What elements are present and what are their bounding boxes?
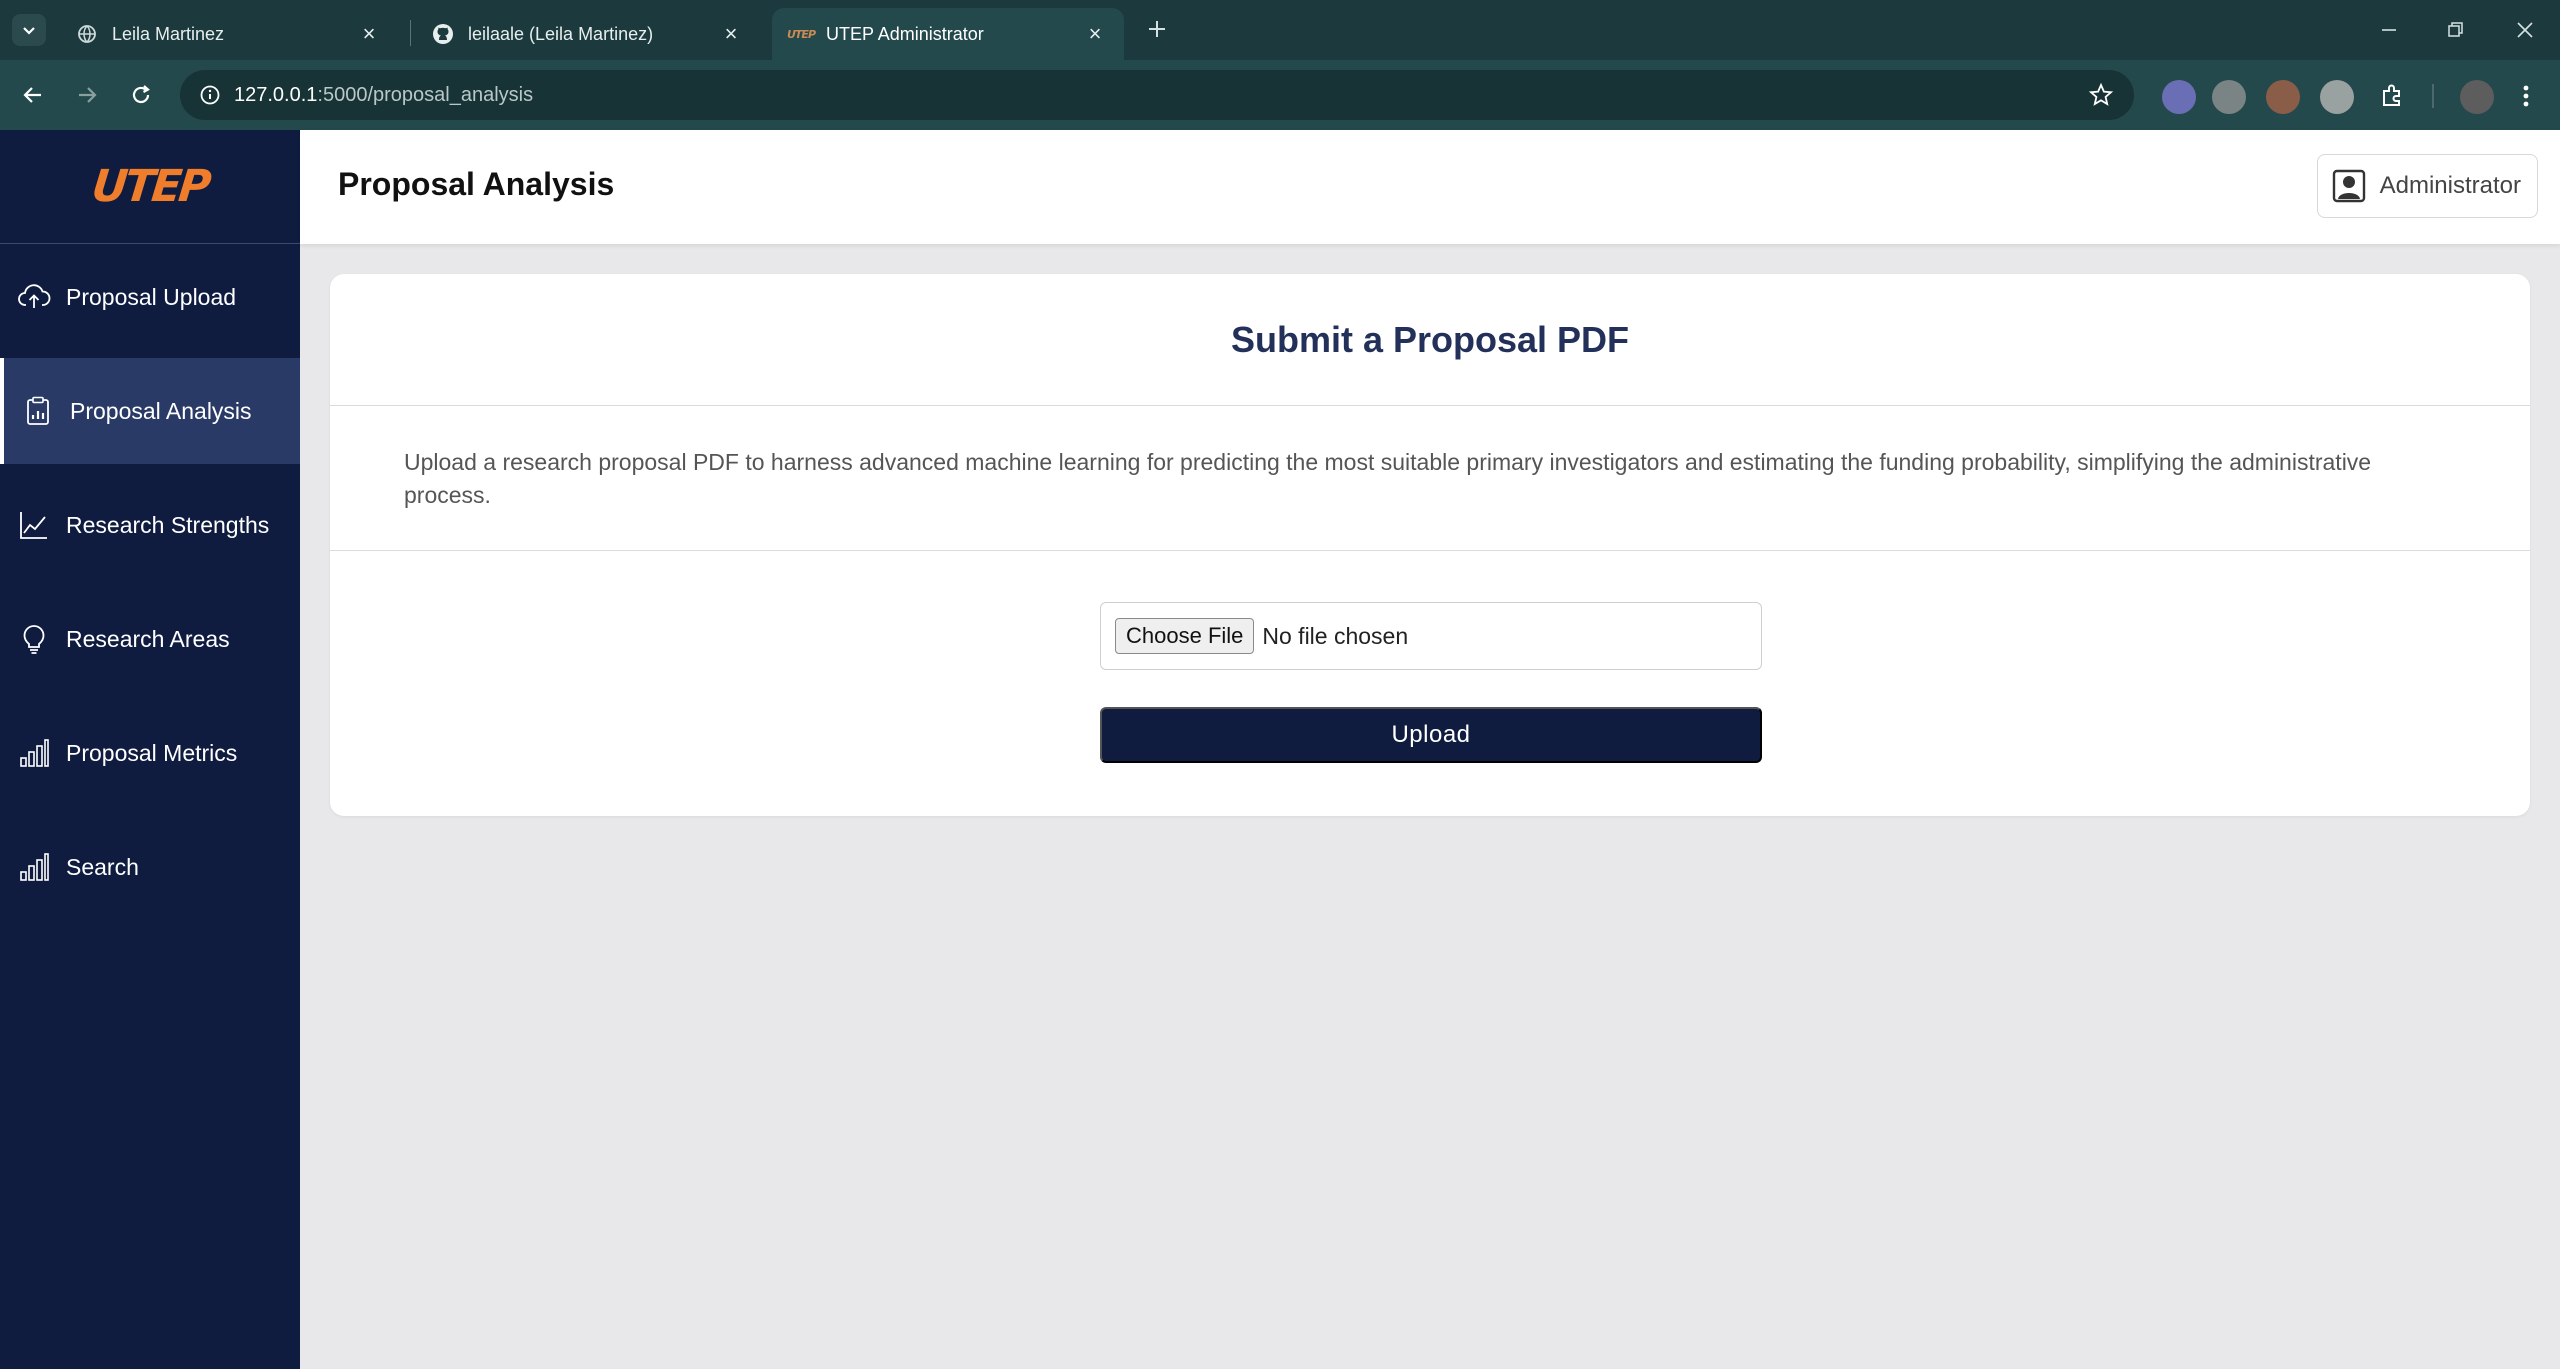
url-path: :5000/proposal_analysis <box>317 83 534 106</box>
file-status-text: No file chosen <box>1262 622 1409 649</box>
sidebar-item-proposal-upload[interactable]: Proposal Upload <box>0 244 300 350</box>
restore-icon <box>2448 22 2463 37</box>
site-info-icon[interactable] <box>186 84 234 106</box>
upload-button[interactable]: Upload <box>1100 707 1762 763</box>
description-text: Upload a research proposal PDF to harnes… <box>404 449 2372 508</box>
bar-chart-icon <box>16 849 52 885</box>
close-icon[interactable]: × <box>720 21 742 47</box>
minimize-icon <box>2382 29 2396 31</box>
url-host: 127.0.0.1 <box>234 83 318 106</box>
tab-title: leilaale (Leila Martinez) <box>468 23 654 44</box>
sidebar-item-label: Search <box>66 853 139 880</box>
bookmark-star-icon[interactable] <box>2088 82 2114 113</box>
card-title: Submit a Proposal PDF <box>1230 318 1630 360</box>
sidebar-item-research-areas[interactable]: Research Areas <box>0 586 300 692</box>
url-text: 127.0.0.1:5000/proposal_analysis <box>234 84 533 107</box>
tab-search-button[interactable] <box>12 14 46 46</box>
extension-avatar-icon[interactable] <box>2162 80 2196 114</box>
sidebar-item-label: Research Strengths <box>66 511 270 538</box>
tab-title: Leila Martinez <box>112 23 225 44</box>
bar-chart-icon <box>16 735 52 771</box>
tab-divider <box>410 20 411 46</box>
card-description: Upload a research proposal PDF to harnes… <box>330 406 2530 551</box>
sidebar-item-proposal-analysis[interactable]: Proposal Analysis <box>0 358 300 464</box>
close-icon <box>2517 22 2533 38</box>
browser-toolbar: 127.0.0.1:5000/proposal_analysis <box>0 60 2560 130</box>
arrow-right-icon <box>79 87 97 103</box>
chevron-down-icon <box>23 27 35 35</box>
file-input[interactable]: Choose File No file chosen <box>1100 602 1762 670</box>
utep-favicon: UTEP <box>787 27 816 41</box>
restore-button[interactable] <box>2430 10 2480 50</box>
administrator-label: Administrator <box>2379 172 2521 199</box>
sidebar-item-proposal-metrics[interactable]: Proposal Metrics <box>0 700 300 806</box>
extension-avatar-icon[interactable] <box>2320 80 2354 114</box>
back-button[interactable] <box>14 76 52 114</box>
plus-icon <box>1149 21 1165 37</box>
user-avatar-icon <box>2332 169 2366 203</box>
page-title: Proposal Analysis <box>338 166 615 202</box>
administrator-button[interactable]: Administrator <box>2316 154 2538 218</box>
sidebar-item-label: Proposal Upload <box>66 283 237 310</box>
browser-tab-strip: Leila Martinez × leilaale (Leila Martine… <box>0 0 2560 60</box>
close-icon[interactable]: × <box>358 21 380 47</box>
page-header: Proposal Analysis Administrator <box>300 130 2560 244</box>
new-tab-button[interactable] <box>1140 12 1174 46</box>
reload-icon <box>132 85 150 104</box>
close-icon[interactable]: × <box>1084 21 1106 47</box>
lightbulb-icon <box>16 621 52 657</box>
logo-area: UTEP <box>0 130 300 244</box>
globe-icon <box>76 23 98 45</box>
extension-avatar-icon[interactable] <box>2266 80 2300 114</box>
reload-button[interactable] <box>122 76 160 114</box>
line-chart-icon <box>16 507 52 543</box>
sidebar-item-label: Research Areas <box>66 625 230 652</box>
extensions-puzzle-icon[interactable] <box>2374 78 2410 114</box>
sidebar-item-label: Proposal Metrics <box>66 739 238 766</box>
profile-avatar-icon[interactable] <box>2460 80 2494 114</box>
sidebar-item-label: Proposal Analysis <box>70 397 252 424</box>
tab-leila-martinez[interactable]: Leila Martinez × <box>58 8 398 60</box>
sidebar-item-search[interactable]: Search <box>0 814 300 920</box>
utep-logo[interactable]: UTEP <box>89 161 210 212</box>
address-bar[interactable]: 127.0.0.1:5000/proposal_analysis <box>180 70 2134 120</box>
sidebar-item-research-strengths[interactable]: Research Strengths <box>0 472 300 578</box>
github-icon <box>432 23 454 45</box>
card-header: Submit a Proposal PDF <box>330 274 2530 406</box>
window-close-button[interactable] <box>2500 10 2550 50</box>
arrow-left-icon <box>23 87 41 103</box>
kebab-menu-icon[interactable] <box>2508 78 2544 114</box>
choose-file-button[interactable]: Choose File <box>1115 618 1255 654</box>
cloud-upload-icon <box>16 279 52 315</box>
tab-title: UTEP Administrator <box>826 23 984 44</box>
tab-utep-administrator[interactable]: UTEP UTEP Administrator × <box>772 8 1124 60</box>
sidebar: UTEP Proposal Upload Proposal Analysis R… <box>0 130 300 1369</box>
minimize-button[interactable] <box>2364 10 2414 50</box>
toolbar-divider <box>2432 84 2434 108</box>
forward-button[interactable] <box>68 76 106 114</box>
tab-github[interactable]: leilaale (Leila Martinez) × <box>414 8 760 60</box>
upload-card: Submit a Proposal PDF Upload a research … <box>330 274 2530 816</box>
extension-avatar-icon[interactable] <box>2212 80 2246 114</box>
clipboard-chart-icon <box>20 393 56 429</box>
